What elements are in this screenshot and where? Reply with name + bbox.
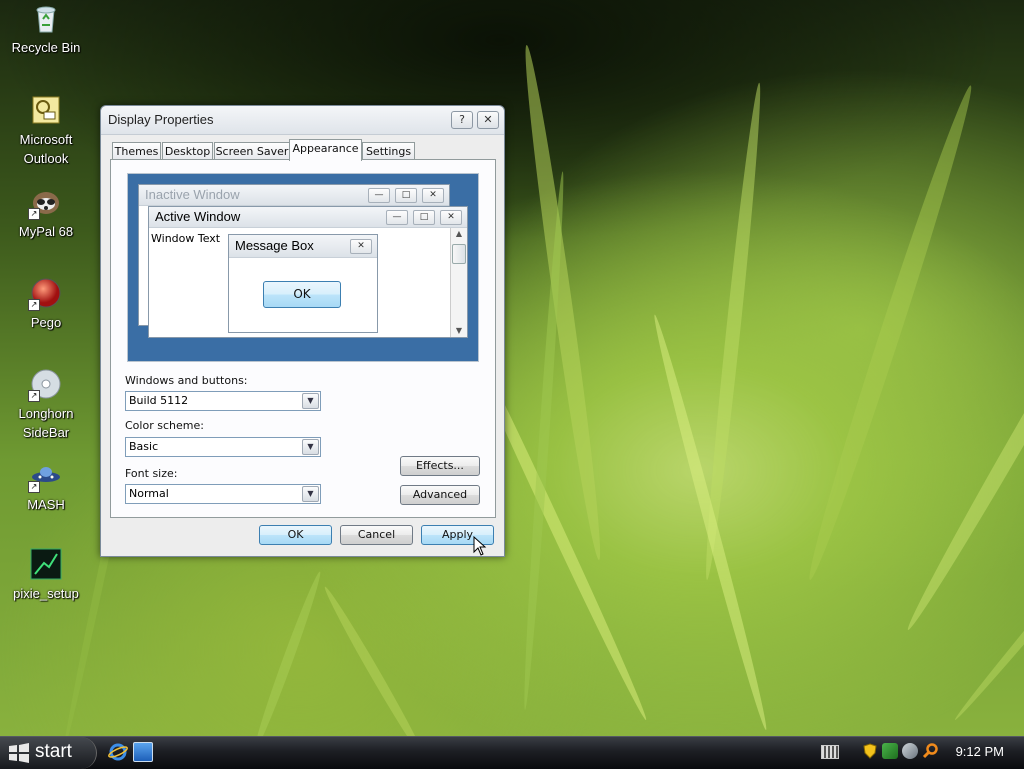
close-icon: ✕ [422, 188, 444, 203]
preview-ok-button: OK [263, 281, 341, 308]
mash-ufo-icon: ↗ [28, 459, 62, 493]
search-icon[interactable] [922, 743, 938, 759]
color-scheme-label: Color scheme: [125, 419, 204, 432]
desktop-icon-recycle-bin[interactable]: Recycle Bin [0, 2, 92, 57]
close-icon: ✕ [440, 210, 462, 225]
shortcut-arrow-icon: ↗ [28, 481, 40, 493]
font-size-select[interactable]: Normal ▼ [125, 484, 321, 504]
desktop-icon-outlook[interactable]: Microsoft Outlook [0, 94, 92, 168]
scroll-up-icon: ▲ [455, 229, 463, 238]
desktop-icon-mash[interactable]: ↗ MASH [0, 459, 92, 514]
tab-appearance[interactable]: Appearance [289, 139, 362, 161]
chevron-down-icon[interactable]: ▼ [302, 393, 319, 409]
cancel-button[interactable]: Cancel [340, 525, 413, 545]
tab-settings[interactable]: Settings [362, 142, 415, 160]
desktop-icon-pixie-setup[interactable]: pixie_setup [0, 548, 92, 603]
effects-button[interactable]: Effects... [400, 456, 480, 476]
shortcut-arrow-icon: ↗ [28, 390, 40, 402]
windows-buttons-select[interactable]: Build 5112 ▼ [125, 391, 321, 411]
close-icon: ✕ [350, 239, 372, 254]
shortcut-arrow-icon: ↗ [28, 208, 40, 220]
color-scheme-select[interactable]: Basic ▼ [125, 437, 321, 457]
dialog-title: Display Properties [108, 112, 214, 127]
desktop-icon-longhorn-sidebar[interactable]: ↗ Longhorn SideBar [0, 368, 92, 442]
pego-red-ball-icon: ↗ [28, 277, 62, 311]
desktop-icon-mypal[interactable]: ↗ MyPal 68 [0, 186, 92, 241]
taskbar: start 9:12 PM [0, 736, 1024, 769]
desktop-icon-pego[interactable]: ↗ Pego [0, 277, 92, 332]
maximize-icon: □ [413, 210, 435, 225]
help-button[interactable]: ? [451, 111, 473, 129]
font-size-label: Font size: [125, 467, 178, 480]
scroll-down-icon: ▼ [455, 326, 463, 335]
network-tray-icon[interactable] [882, 743, 898, 759]
preview-scrollbar: ▲ ▼ [450, 228, 467, 337]
outlook-icon [30, 94, 62, 126]
security-shield-icon[interactable] [862, 743, 878, 759]
minimize-icon: — [368, 188, 390, 203]
display-properties-dialog: Display Properties ? ✕ Themes Desktop Sc… [100, 105, 505, 557]
tab-screen-saver[interactable]: Screen Saver [214, 142, 290, 160]
dialog-titlebar[interactable]: Display Properties ? ✕ [101, 106, 504, 135]
keyboard-tray-icon[interactable] [821, 745, 839, 759]
chevron-down-icon[interactable]: ▼ [302, 439, 319, 455]
tab-themes[interactable]: Themes [112, 142, 161, 160]
recycle-bin-icon [30, 2, 62, 34]
ie-quicklaunch-icon[interactable] [108, 742, 128, 762]
show-desktop-quicklaunch-icon[interactable] [133, 742, 153, 762]
shortcut-arrow-icon: ↗ [28, 299, 40, 311]
pixie-setup-icon [30, 548, 62, 580]
scroll-thumb [452, 244, 466, 264]
windows-logo-icon [8, 743, 30, 766]
chevron-down-icon[interactable]: ▼ [302, 486, 319, 502]
maximize-icon: □ [395, 188, 417, 203]
tab-desktop[interactable]: Desktop [162, 142, 213, 160]
mouse-cursor-icon [473, 535, 487, 559]
clock[interactable]: 9:12 PM [956, 744, 1004, 759]
start-button[interactable]: start [0, 737, 97, 769]
advanced-button[interactable]: Advanced [400, 485, 480, 505]
minimize-icon: — [386, 210, 408, 225]
appearance-preview: Inactive Window — □ ✕ Active Window — □ … [127, 173, 479, 362]
mypal-raccoon-icon: ↗ [28, 186, 62, 220]
ok-button[interactable]: OK [259, 525, 332, 545]
start-label: start [35, 741, 72, 762]
close-button[interactable]: ✕ [477, 111, 499, 129]
windows-buttons-label: Windows and buttons: [125, 374, 248, 387]
sync-tray-icon[interactable] [902, 743, 918, 759]
preview-window-text: Window Text [151, 232, 221, 245]
sidebar-disc-icon: ↗ [28, 368, 62, 402]
preview-message-box: Message Box ✕ OK [228, 234, 378, 333]
appearance-panel: Inactive Window — □ ✕ Active Window — □ … [110, 159, 496, 518]
